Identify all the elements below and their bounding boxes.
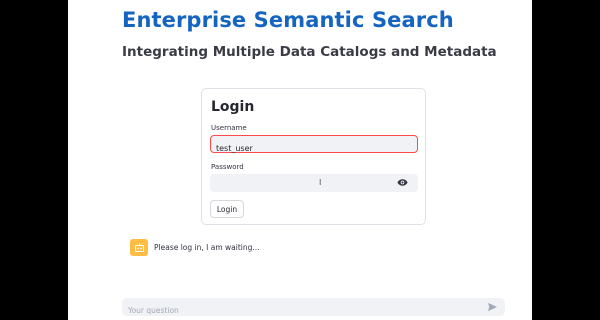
username-label: Username xyxy=(211,124,247,132)
login-form: Login Username Password I Login xyxy=(201,88,426,225)
login-title: Login xyxy=(211,99,255,115)
page-subtitle: Integrating Multiple Data Catalogs and M… xyxy=(122,44,497,60)
page-title: Enterprise Semantic Search xyxy=(122,8,454,32)
username-input[interactable] xyxy=(211,140,417,157)
chat-message: Please log in, I am waiting... xyxy=(130,239,260,256)
bot-icon xyxy=(134,243,144,252)
send-icon[interactable] xyxy=(487,302,498,312)
text-cursor-icon: I xyxy=(319,178,322,187)
password-input[interactable] xyxy=(210,177,418,196)
question-input[interactable] xyxy=(122,301,505,320)
chat-input-bar xyxy=(122,298,505,320)
username-field-wrapper xyxy=(210,135,418,157)
password-label: Password xyxy=(211,163,244,171)
bot-avatar xyxy=(130,239,148,256)
app-main: Enterprise Semantic Search Integrating M… xyxy=(68,0,532,320)
login-button[interactable]: Login xyxy=(210,200,244,218)
eye-icon[interactable] xyxy=(397,178,408,187)
message-text: Please log in, I am waiting... xyxy=(154,243,260,252)
password-field-wrapper: I xyxy=(210,174,418,196)
